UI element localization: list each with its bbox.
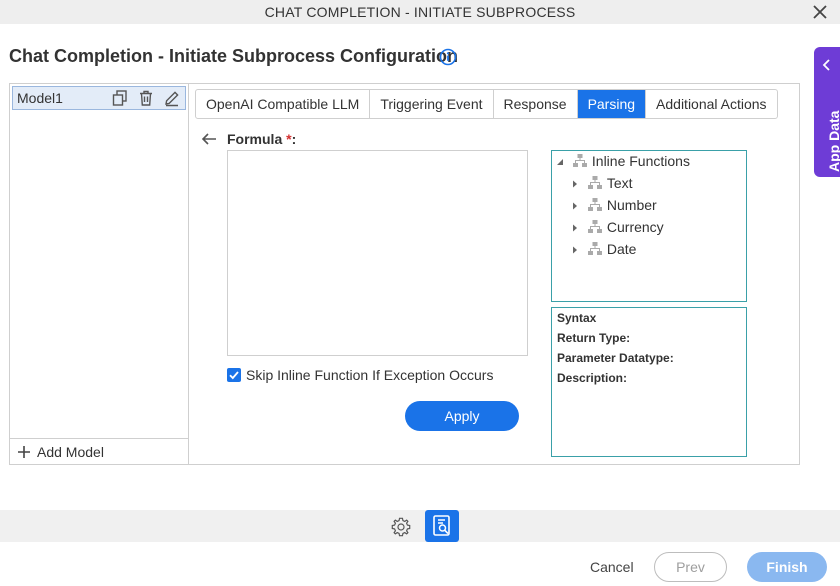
window-titlebar: CHAT COMPLETION - INITIATE SUBPROCESS: [0, 0, 840, 24]
tree-item-label: Currency: [606, 219, 664, 235]
formula-textarea[interactable]: [227, 150, 528, 356]
collapse-icon[interactable]: [556, 151, 568, 171]
bottom-toolbar: [0, 510, 840, 542]
cancel-button[interactable]: Cancel: [590, 559, 634, 575]
finish-button[interactable]: Finish: [747, 552, 827, 582]
tree-item-number[interactable]: Number: [571, 195, 657, 215]
expand-icon[interactable]: [571, 217, 583, 237]
tree-item-currency[interactable]: Currency: [571, 217, 664, 237]
info-icon[interactable]: [439, 48, 457, 66]
checkmark-icon: [229, 371, 239, 380]
add-model-button[interactable]: Add Model: [9, 438, 188, 465]
inline-functions-tree: Inline Functions Text Number Currency Da…: [551, 150, 747, 302]
arrow-left-icon[interactable]: [200, 131, 218, 147]
model-list-panel: Model1 Add Model: [9, 83, 189, 465]
hierarchy-icon: [587, 242, 602, 255]
expand-icon[interactable]: [571, 173, 583, 193]
description-label: Description:: [557, 371, 628, 385]
tree-item-label: Text: [606, 175, 633, 191]
model-list-item[interactable]: Model1: [12, 86, 186, 110]
close-icon[interactable]: [811, 3, 829, 21]
expand-icon[interactable]: [571, 195, 583, 215]
apply-button[interactable]: Apply: [405, 401, 519, 431]
tree-item-date[interactable]: Date: [571, 239, 636, 259]
page-title: Chat Completion - Initiate Subprocess Co…: [9, 46, 459, 66]
syntax-heading: Syntax: [557, 311, 597, 325]
tree-item-label: Inline Functions: [591, 153, 690, 169]
hierarchy-icon: [587, 176, 602, 189]
hierarchy-icon: [587, 220, 602, 233]
model-name: Model1: [17, 90, 63, 106]
tree-item-inline-functions[interactable]: Inline Functions: [556, 151, 690, 171]
app-data-tab[interactable]: App Data: [814, 47, 840, 177]
tree-item-text[interactable]: Text: [571, 173, 633, 193]
tree-item-label: Number: [606, 197, 657, 213]
trash-icon[interactable]: [137, 89, 155, 107]
document-search-button[interactable]: [425, 510, 459, 542]
pencil-icon[interactable]: [163, 89, 181, 107]
tab-triggering-event[interactable]: Triggering Event: [370, 90, 494, 118]
copy-icon[interactable]: [111, 89, 129, 107]
add-model-label: Add Model: [37, 444, 104, 460]
document-search-icon: [433, 515, 450, 536]
expand-icon[interactable]: [571, 239, 583, 259]
chevron-left-icon: [822, 59, 830, 71]
tab-response[interactable]: Response: [494, 90, 578, 118]
gear-icon[interactable]: [390, 516, 412, 538]
skip-inline-function-label: Skip Inline Function If Exception Occurs: [246, 367, 494, 383]
tab-additional-actions[interactable]: Additional Actions: [646, 90, 777, 118]
tab-parsing[interactable]: Parsing: [577, 90, 647, 118]
prev-button[interactable]: Prev: [654, 552, 727, 582]
hierarchy-icon: [587, 198, 602, 211]
formula-label: Formula *:: [227, 131, 297, 147]
app-data-label: App Data: [826, 110, 840, 172]
tab-openai-compatible-llm[interactable]: OpenAI Compatible LLM: [196, 90, 371, 118]
syntax-info-panel: Syntax Return Type: Parameter Datatype: …: [551, 307, 747, 457]
tree-item-label: Date: [606, 241, 637, 257]
plus-icon: [18, 446, 30, 458]
hierarchy-icon: [572, 154, 587, 167]
parameter-datatype-label: Parameter Datatype:: [557, 351, 674, 365]
window-title: CHAT COMPLETION - INITIATE SUBPROCESS: [264, 4, 576, 20]
return-type-label: Return Type:: [557, 331, 631, 345]
skip-inline-function-checkbox[interactable]: [227, 368, 241, 382]
config-tabs: OpenAI Compatible LLM Triggering Event R…: [195, 89, 778, 119]
